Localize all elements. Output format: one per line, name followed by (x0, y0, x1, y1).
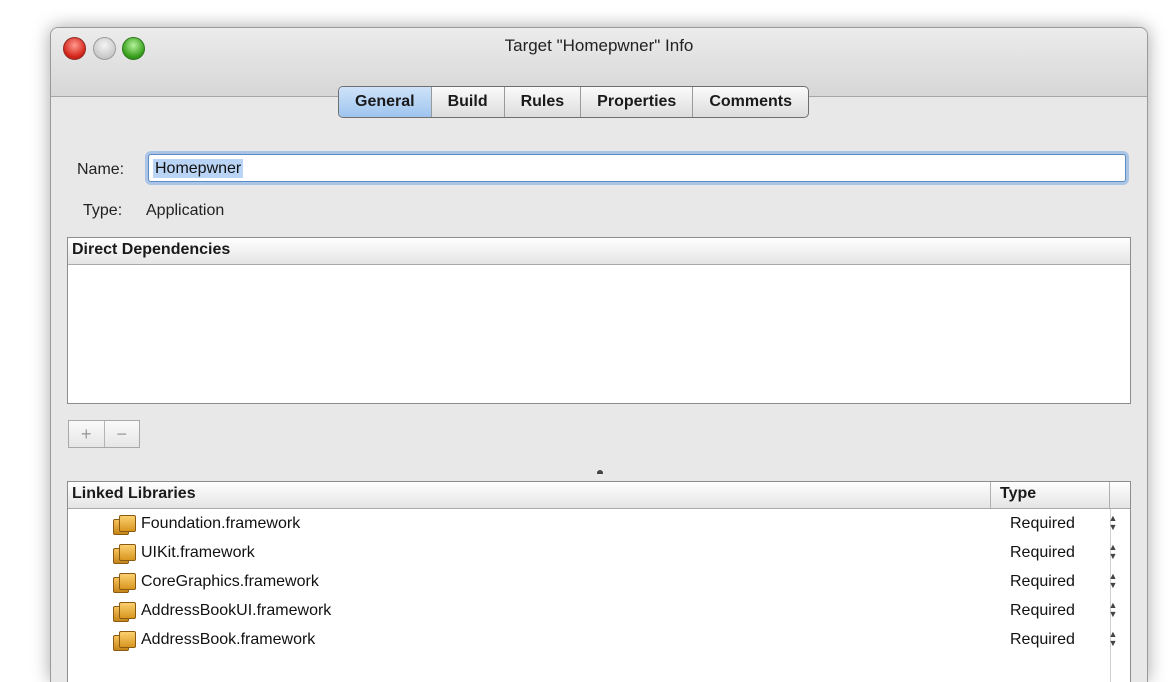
framework-icon (113, 631, 136, 651)
library-type[interactable]: Required (1010, 626, 1075, 654)
framework-icon (113, 573, 136, 593)
add-dependency-button[interactable]: + (69, 421, 105, 447)
name-label: Name: (77, 161, 125, 178)
library-type[interactable]: Required (1010, 539, 1075, 567)
library-name: Foundation.framework (141, 515, 301, 532)
type-stepper-icon[interactable]: ▲ ▼ (1108, 630, 1118, 650)
library-row[interactable]: AddressBook.framework (113, 626, 315, 654)
column-divider (990, 482, 991, 508)
library-type[interactable]: Required (1010, 568, 1075, 596)
linked-libraries-header: Linked Libraries Type (68, 482, 1130, 509)
tab-build[interactable]: Build (432, 87, 505, 117)
split-view-handle[interactable] (597, 470, 603, 474)
library-row[interactable]: AddressBookUI.framework (113, 597, 331, 625)
direct-dependencies-header[interactable]: Direct Dependencies (68, 238, 1130, 265)
library-name: AddressBookUI.framework (141, 602, 332, 619)
type-stepper-icon[interactable]: ▲ ▼ (1108, 514, 1118, 534)
window-title: Target "Homepwner" Info (504, 36, 694, 55)
direct-dependencies-header-label: Direct Dependencies (72, 241, 231, 258)
library-type[interactable]: Required (1010, 510, 1075, 538)
library-name: CoreGraphics.framework (141, 573, 319, 590)
linked-libraries-table[interactable]: Linked Libraries Type Foundation.framewo… (67, 481, 1131, 682)
name-field[interactable]: Homepwner (148, 154, 1126, 182)
dependency-buttons: + − (68, 420, 140, 448)
library-row[interactable]: Foundation.framework (113, 510, 300, 538)
tab-comments[interactable]: Comments (693, 87, 808, 117)
scrollbar-track[interactable] (1110, 509, 1111, 682)
framework-icon (113, 544, 136, 564)
type-value: Application (146, 202, 225, 219)
tab-rules[interactable]: Rules (505, 87, 582, 117)
tab-bar: General Build Rules Properties Comments (338, 86, 809, 118)
type-stepper-icon[interactable]: ▲ ▼ (1108, 543, 1118, 563)
type-stepper-icon[interactable]: ▲ ▼ (1108, 601, 1118, 621)
library-type[interactable]: Required (1010, 597, 1075, 625)
direct-dependencies-table[interactable]: Direct Dependencies (67, 237, 1131, 404)
library-name: UIKit.framework (141, 544, 255, 561)
tab-general[interactable]: General (339, 87, 432, 117)
library-row[interactable]: CoreGraphics.framework (113, 568, 319, 596)
framework-icon (113, 515, 136, 535)
linked-libraries-header-label[interactable]: Linked Libraries (72, 485, 196, 503)
library-row[interactable]: UIKit.framework (113, 539, 255, 567)
framework-icon (113, 602, 136, 622)
column-divider (1109, 482, 1110, 508)
type-stepper-icon[interactable]: ▲ ▼ (1108, 572, 1118, 592)
type-label: Type: (83, 202, 123, 219)
type-header-label[interactable]: Type (1000, 485, 1036, 503)
tab-properties[interactable]: Properties (581, 87, 694, 117)
name-field-value: Homepwner (153, 159, 244, 178)
library-name: AddressBook.framework (141, 631, 316, 648)
target-info-window: Target "Homepwner" Info General Build Ru… (50, 27, 1148, 682)
remove-dependency-button[interactable]: − (105, 421, 140, 447)
